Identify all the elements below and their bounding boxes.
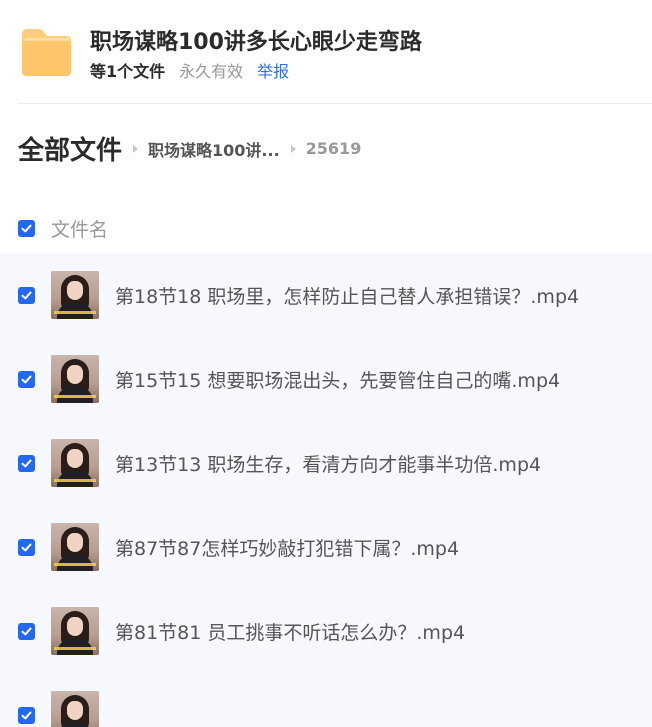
file-checkbox[interactable]	[18, 286, 35, 304]
file-row[interactable]: 第81节81 员工挑事不听话怎么办？.mp4	[0, 589, 652, 673]
file-checkbox[interactable]	[18, 538, 35, 556]
report-link[interactable]: 举报	[257, 62, 289, 81]
file-name[interactable]: 第18节18 职场里，怎样防止自己替人承担错误？.mp4	[115, 282, 579, 309]
check-icon	[21, 224, 32, 232]
breadcrumb-root[interactable]: 全部文件	[18, 130, 122, 167]
file-row[interactable]: 第15节15 想要职场混出头，先要管住自己的嘴.mp4	[0, 337, 652, 421]
select-all-checkbox[interactable]	[18, 219, 35, 237]
video-thumbnail	[51, 691, 99, 727]
share-header: 职场谋略100讲多长心眼少走弯路 等1个文件 永久有效 举报	[0, 0, 652, 104]
share-meta: 等1个文件 永久有效 举报	[90, 58, 289, 82]
file-checkbox[interactable]	[18, 706, 35, 724]
file-row[interactable]: 第18节18 职场里，怎样防止自己替人承担错误？.mp4	[0, 253, 652, 337]
file-name[interactable]: 第87节87怎样巧妙敲打犯错下属？.mp4	[115, 534, 459, 561]
file-count: 等1个文件	[90, 62, 166, 81]
file-row[interactable]: 第13节13 职场生存，看清方向才能事半功倍.mp4	[0, 421, 652, 505]
file-list: 第18节18 职场里，怎样防止自己替人承担错误？.mp4 第15节15 想要职场…	[0, 253, 652, 727]
video-thumbnail	[51, 355, 99, 403]
video-thumbnail	[51, 607, 99, 655]
breadcrumb: 全部文件 职场谋略100讲... 25619	[18, 130, 361, 167]
breadcrumb-separator-icon	[290, 144, 296, 153]
video-thumbnail	[51, 523, 99, 571]
file-name[interactable]: 第13节13 职场生存，看清方向才能事半功倍.mp4	[115, 450, 541, 477]
check-icon	[21, 459, 32, 467]
check-icon	[21, 711, 32, 719]
file-name[interactable]: 第15节15 想要职场混出头，先要管住自己的嘴.mp4	[115, 366, 560, 393]
file-checkbox[interactable]	[18, 454, 35, 472]
list-header: 文件名	[18, 212, 108, 244]
video-thumbnail	[51, 439, 99, 487]
breadcrumb-separator-icon	[133, 144, 139, 153]
validity-label: 永久有效	[179, 62, 244, 81]
breadcrumb-current: 25619	[305, 139, 362, 158]
check-icon	[21, 291, 32, 299]
file-name[interactable]: 第81节81 员工挑事不听话怎么办？.mp4	[115, 618, 465, 645]
share-title: 职场谋略100讲多长心眼少走弯路	[90, 30, 422, 55]
header-divider	[18, 103, 652, 104]
file-checkbox[interactable]	[18, 370, 35, 388]
breadcrumb-folder[interactable]: 职场谋略100讲...	[148, 137, 280, 161]
file-row-partial[interactable]	[0, 673, 652, 727]
folder-icon	[22, 29, 71, 76]
column-header-filename: 文件名	[51, 218, 109, 241]
file-checkbox[interactable]	[18, 622, 35, 640]
check-icon	[21, 543, 32, 551]
check-icon	[21, 627, 32, 635]
file-row[interactable]: 第87节87怎样巧妙敲打犯错下属？.mp4	[0, 505, 652, 589]
check-icon	[21, 375, 32, 383]
video-thumbnail	[51, 271, 99, 319]
